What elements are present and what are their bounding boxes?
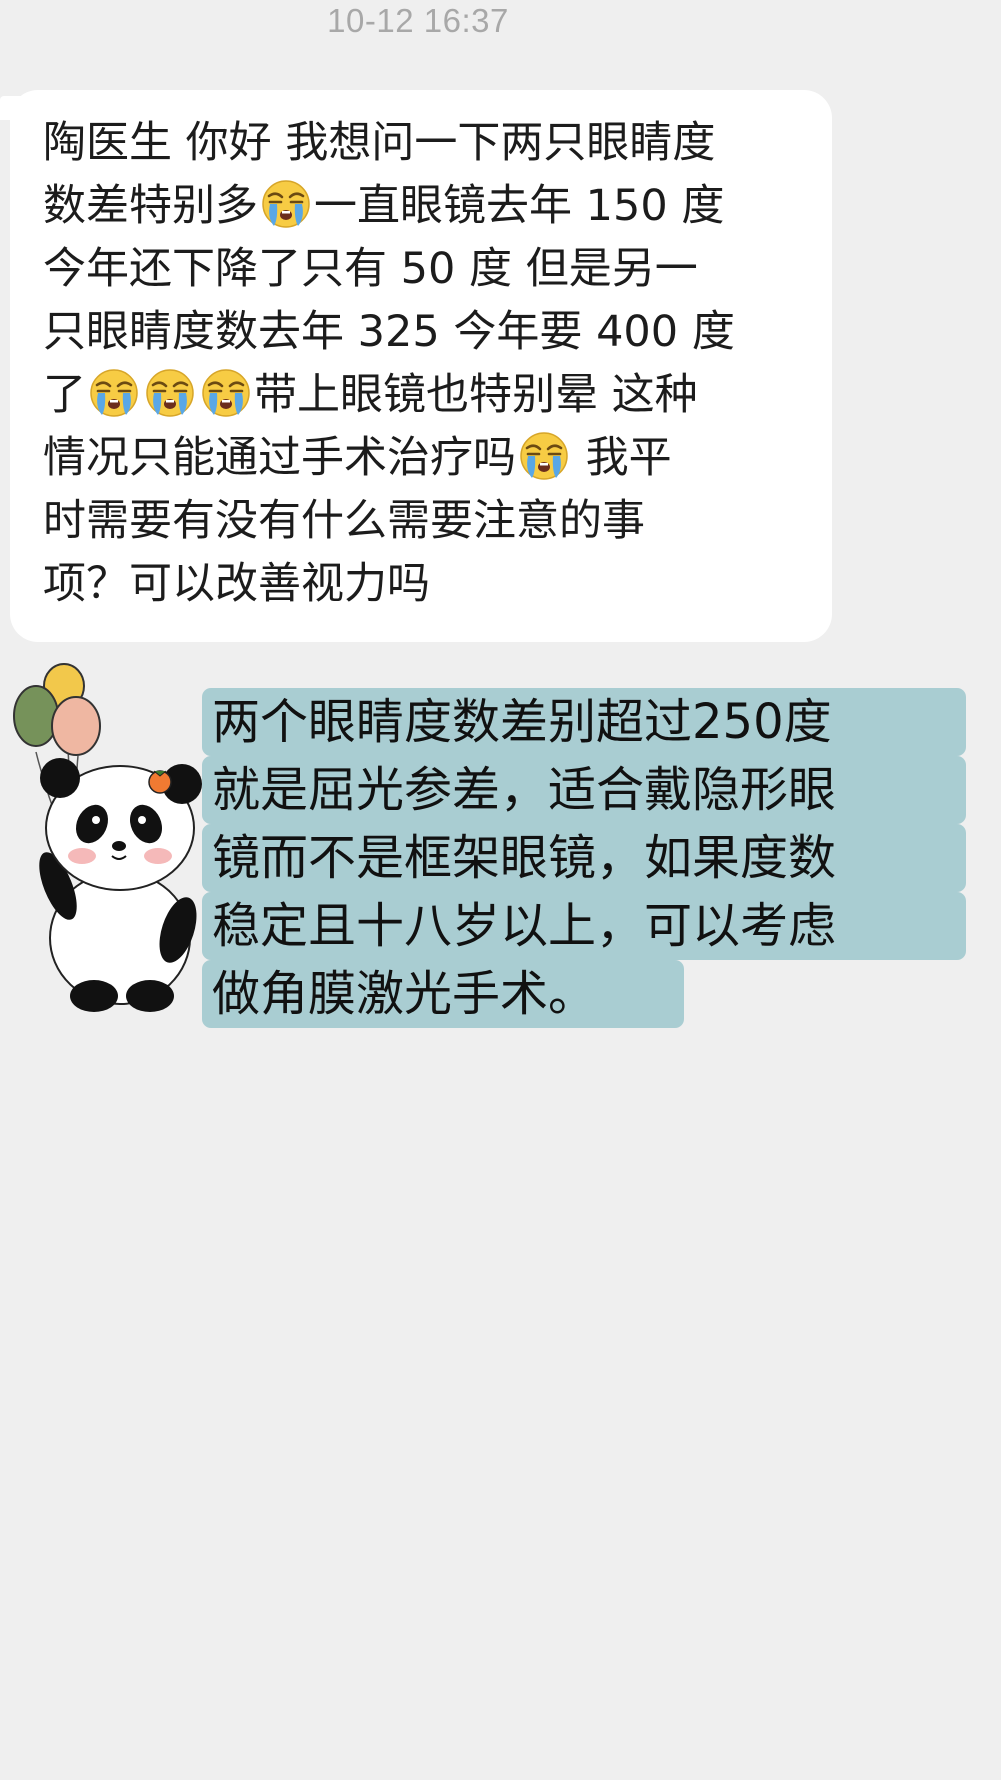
- message-text: 我平: [572, 433, 672, 483]
- message-line: 陶医生 你好 我想问一下两只眼睛度: [43, 112, 814, 175]
- reply-line: 稳定且十八岁以上，可以考虑: [202, 892, 966, 960]
- green-balloon: [13, 685, 59, 747]
- message-line: 情况只能通过手术治疗吗 我平: [43, 427, 814, 490]
- reply-line: 做角膜激光手术。: [202, 960, 684, 1028]
- message-text: 了: [43, 370, 86, 420]
- crying-face-icon: [144, 367, 196, 419]
- crying-face-icon: [518, 430, 570, 482]
- message-text: 陶医生 你好 我想问一下两只眼睛度: [43, 118, 716, 168]
- message-text: 时需要有没有什么需要注意的事: [43, 496, 645, 546]
- message-line: 只眼睛度数去年 325 今年要 400 度: [43, 301, 814, 364]
- message-timestamp: 10-12 16:37: [327, 2, 509, 39]
- message-line: 时需要有没有什么需要注意的事: [43, 490, 814, 553]
- message-text: 今年还下降了只有 50 度 但是另一: [43, 244, 698, 294]
- message-text: 项？可以改善视力吗: [43, 559, 430, 609]
- reply-line: 两个眼睛度数差别超过250度: [202, 688, 966, 756]
- panda-balloon-sticker: [13, 663, 202, 1012]
- message-text: 只眼睛度数去年 325 今年要 400 度: [43, 307, 735, 357]
- message-line: 数差特别多 一直眼镜去年 150 度: [43, 175, 814, 238]
- message-line: 项？可以改善视力吗: [43, 553, 814, 616]
- message-line: 今年还下降了只有 50 度 但是另一: [43, 238, 814, 301]
- reply-line: 就是屈光参差，适合戴隐形眼: [202, 756, 966, 824]
- message-text: 情况只能通过手术治疗吗: [43, 433, 516, 483]
- message-text: 数差特别多: [43, 181, 258, 231]
- incoming-message-bubble[interactable]: 陶医生 你好 我想问一下两只眼睛度 数差特别多 一直眼镜去年 150 度 今年还下…: [10, 90, 832, 642]
- message-line: 了 带上眼镜也特别晕 这种: [43, 364, 814, 427]
- message-text: 带上眼镜也特别晕 这种: [254, 370, 698, 420]
- crying-face-icon: [200, 367, 252, 419]
- crying-face-icon: [260, 178, 312, 230]
- crying-face-icon: [88, 367, 140, 419]
- pink-balloon: [51, 696, 101, 756]
- reply-line: 镜而不是框架眼镜，如果度数: [202, 824, 966, 892]
- message-text: 一直眼镜去年 150 度: [314, 181, 725, 231]
